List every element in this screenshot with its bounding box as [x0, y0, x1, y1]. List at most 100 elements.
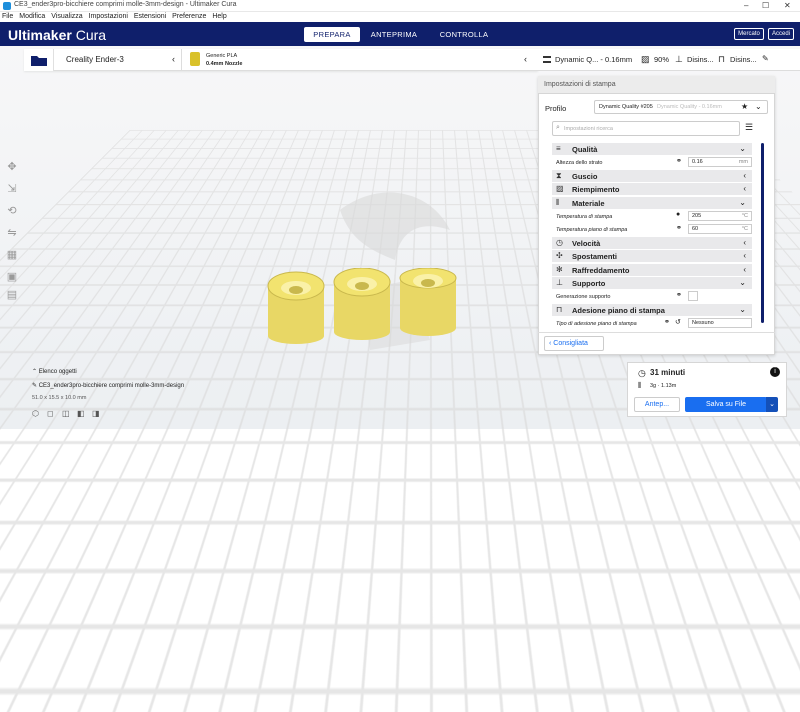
- object-name-row[interactable]: ✎ CE3_ender3pro-bicchiere comprimi molle…: [32, 382, 184, 389]
- view-right-icon[interactable]: ◨: [92, 409, 100, 418]
- support-checkbox[interactable]: [688, 291, 698, 301]
- dropdown-chevron-icon[interactable]: ⌄: [755, 102, 762, 111]
- printer-selector[interactable]: Creality Ender-3: [66, 55, 124, 64]
- view-top-icon[interactable]: ◫: [62, 409, 70, 418]
- save-options-chevron-icon[interactable]: ⌄: [766, 397, 778, 412]
- edit-pencil-icon[interactable]: ✎: [762, 54, 769, 63]
- section-shell-label: Guscio: [572, 172, 598, 181]
- section-material[interactable]: ⦀ Materiale ⌄: [552, 197, 752, 209]
- menu-file[interactable]: File: [2, 13, 13, 20]
- close-button[interactable]: ✕: [784, 1, 791, 10]
- setting-support-generation: Generazione supporto ⚭: [552, 291, 752, 303]
- section-travel-label: Spostamenti: [572, 252, 618, 261]
- mirror-tool-icon[interactable]: ⇋: [4, 226, 20, 242]
- shell-section-icon: ⧗: [556, 171, 562, 180]
- tool-bar: ✥ ⇲ ⟲ ⇋ ▦ ▣ ▤: [4, 160, 20, 310]
- section-speed[interactable]: ◷ Velocità ‹: [552, 237, 752, 249]
- travel-section-icon: ✣: [556, 251, 563, 260]
- chevron-left-icon: ‹: [743, 171, 746, 180]
- window-titlebar: CE3_ender3pro-bicchiere comprimi molle-3…: [0, 0, 800, 12]
- move-tool-icon[interactable]: ✥: [4, 160, 20, 176]
- minimize-button[interactable]: –: [744, 1, 748, 10]
- tab-preview[interactable]: ANTEPRIMA: [364, 27, 424, 42]
- summary-infill: 90%: [654, 55, 670, 64]
- section-speed-label: Velocità: [572, 239, 601, 248]
- support-icon: ⊥: [675, 54, 683, 64]
- adhesion-icon: ⊓: [718, 54, 726, 64]
- section-support-label: Supporto: [572, 279, 606, 288]
- favorite-star-icon[interactable]: ★: [741, 102, 748, 111]
- settings-search-input[interactable]: ⌕ Impostazioni ricerca: [552, 121, 740, 136]
- menu-settings[interactable]: Impostazioni: [89, 13, 128, 20]
- custom-tool-icon[interactable]: ▤: [4, 288, 20, 304]
- section-infill[interactable]: ▨ Riempimento ‹: [552, 183, 752, 195]
- profile-dropdown[interactable]: Dynamic Quality #205 Dynamic Quality - 0…: [594, 100, 768, 114]
- reset-icon[interactable]: ↺: [675, 318, 681, 326]
- chevron-down-icon: ⌄: [739, 198, 746, 207]
- model-cup-1: [267, 271, 325, 344]
- object-info: ⌃ Elenco oggetti ✎ CE3_ender3pro-bicchie…: [30, 368, 260, 424]
- menu-extensions[interactable]: Estensioni: [134, 13, 166, 20]
- nozzle-label[interactable]: 0.4mm Nozzle: [206, 61, 242, 67]
- section-quality-label: Qualità: [572, 145, 598, 154]
- speed-section-icon: ◷: [556, 238, 563, 247]
- view-front-icon[interactable]: ◻: [47, 409, 54, 418]
- spool-icon: ⦀: [638, 381, 642, 390]
- chevron-down-icon: ⌄: [739, 144, 746, 153]
- cura-app-icon: [3, 2, 11, 10]
- quality-section-icon: ≡: [556, 144, 561, 153]
- adhesion-type-dropdown[interactable]: Nessuno: [688, 318, 752, 328]
- printer-chevron-icon[interactable]: ‹: [172, 54, 175, 64]
- settings-menu-icon[interactable]: ☰: [745, 122, 753, 133]
- material-label[interactable]: Generic PLA: [206, 53, 237, 59]
- rotate-tool-icon[interactable]: ⟲: [4, 204, 20, 220]
- menu-help[interactable]: Help: [212, 13, 226, 20]
- print-time: 31 minuti: [650, 368, 686, 377]
- support-section-icon: ⊥: [556, 278, 563, 287]
- maximize-button[interactable]: ☐: [762, 1, 769, 10]
- layer-height-input[interactable]: 0.16 mm: [688, 157, 752, 167]
- object-list-label: Elenco oggetti: [38, 369, 77, 375]
- adhesion-type-label: Tipo di adesione piano di stampa: [556, 321, 637, 327]
- recommended-button[interactable]: ‹ Consigliata: [544, 336, 604, 351]
- object-list-toggle[interactable]: ⌃ Elenco oggetti: [32, 368, 77, 375]
- bed-temp-input[interactable]: 60 °C: [688, 224, 752, 234]
- sign-in-button[interactable]: Accedi: [768, 28, 794, 40]
- section-support[interactable]: ⊥ Supporto ⌄: [552, 277, 752, 289]
- menu-preferences[interactable]: Preferenze: [172, 13, 206, 20]
- quality-icon: [543, 56, 551, 63]
- settings-scrollbar[interactable]: [761, 143, 764, 323]
- section-quality[interactable]: ≡ Qualità ⌄: [552, 143, 752, 155]
- material-section-icon: ⦀: [556, 198, 560, 207]
- marketplace-button[interactable]: Mercato: [734, 28, 764, 40]
- section-shell[interactable]: ⧗ Guscio ‹: [552, 170, 752, 182]
- scale-tool-icon[interactable]: ⇲: [4, 182, 20, 198]
- per-model-settings-icon[interactable]: ▦: [4, 248, 20, 264]
- info-icon[interactable]: i: [770, 367, 780, 377]
- model-cup-3: [399, 268, 457, 336]
- section-cooling[interactable]: ✻ Raffreddamento ‹: [552, 264, 752, 276]
- tab-monitor[interactable]: CONTROLLA: [434, 27, 494, 42]
- open-file-button[interactable]: [24, 49, 54, 71]
- material-chevron-icon[interactable]: ‹: [524, 54, 527, 64]
- save-to-file-button[interactable]: Salva su File: [685, 397, 767, 412]
- section-adhesion[interactable]: ⊓ Adesione piano di stampa ⌄: [552, 304, 752, 316]
- link-icon: ⚭: [676, 292, 682, 299]
- tab-prepare[interactable]: PREPARA: [304, 27, 360, 42]
- chevron-left-icon: ‹: [743, 238, 746, 247]
- view-3d-icon[interactable]: ⬡: [32, 409, 39, 418]
- profile-hint: Dynamic Quality - 0.16mm: [657, 104, 722, 110]
- link-icon: ⚭: [676, 225, 682, 232]
- section-travel[interactable]: ✣ Spostamenti ‹: [552, 250, 752, 262]
- section-infill-label: Riempimento: [572, 185, 620, 194]
- print-settings-summary[interactable]: Dynamic Q... - 0.16mm ▨ 90% ⊥ Disins... …: [538, 49, 800, 71]
- preview-button[interactable]: Antep...: [634, 397, 680, 412]
- window-title: CE3_ender3pro-bicchiere comprimi molle-3…: [14, 1, 237, 8]
- layer-height-label: Altezza dello strato: [556, 160, 603, 166]
- menu-view[interactable]: Visualizza: [51, 13, 82, 20]
- view-left-icon[interactable]: ◧: [77, 409, 85, 418]
- support-blocker-icon[interactable]: ▣: [4, 270, 20, 286]
- menu-edit[interactable]: Modifica: [19, 13, 45, 20]
- print-temp-input[interactable]: 205 °C: [688, 211, 752, 221]
- model-group[interactable]: [262, 268, 462, 348]
